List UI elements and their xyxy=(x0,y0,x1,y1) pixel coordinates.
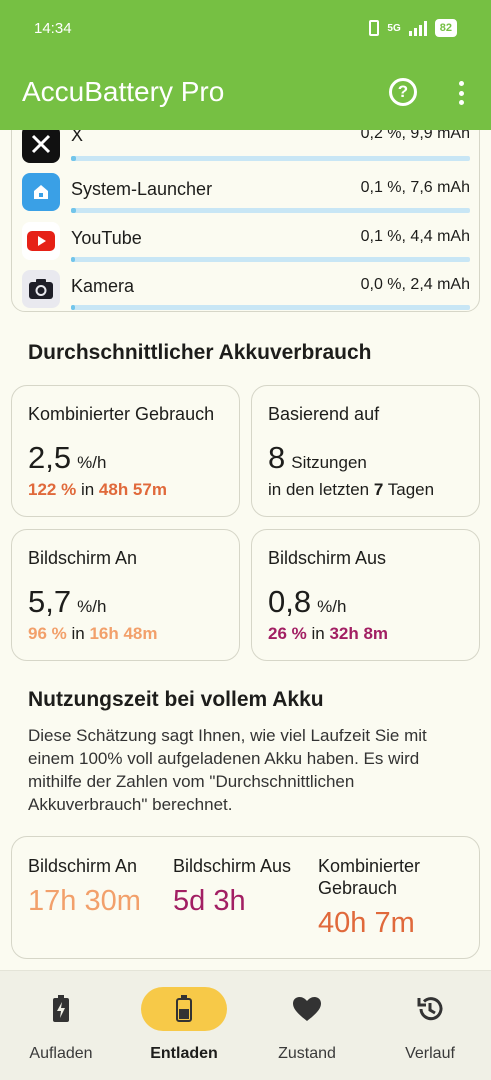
screen-off-summary: 26 % in 32h 8m xyxy=(268,624,389,643)
screen-on-card[interactable]: Bildschirm An 5,7 %/h 96 % in 16h 48m xyxy=(11,529,240,661)
vibrate-icon xyxy=(369,20,380,36)
app-name: System-Launcher xyxy=(71,179,213,199)
app-title-overlay: AccuBattery Pro xyxy=(22,76,225,107)
full-screen-off: Bildschirm Aus 5d 3h xyxy=(173,856,292,917)
screen-off-card[interactable]: Bildschirm Aus 0,8 %/h 26 % in 32h 8m xyxy=(251,529,480,661)
nav-entladen[interactable]: Entladen xyxy=(123,971,245,1080)
list-item[interactable]: Kamera 0,0 %, 2,4 mAh xyxy=(22,270,470,316)
help-icon[interactable]: ? xyxy=(389,78,417,106)
history-icon xyxy=(387,987,473,1031)
home-icon xyxy=(22,173,60,211)
usage-bar xyxy=(71,208,470,213)
sessions-card[interactable]: Basierend auf 8 Sitzungen in den letzten … xyxy=(251,385,480,517)
list-item[interactable]: X 0,2 %, 9,9 mAh xyxy=(22,125,470,171)
camera-icon xyxy=(22,270,60,308)
usage-bar xyxy=(71,257,470,262)
nav-zustand[interactable]: Zustand xyxy=(246,971,368,1080)
sessions-period: in den letzten 7 Tagen xyxy=(268,480,435,499)
usage-bar xyxy=(71,156,470,161)
app-name: Kamera xyxy=(71,276,135,296)
avg-usage-title: Durchschnittlicher Akkuverbrauch xyxy=(28,341,372,364)
card-label: Bildschirm An xyxy=(28,548,138,568)
combined-rate: 2,5 %/h xyxy=(28,440,107,475)
list-item[interactable]: YouTube 0,1 %, 4,4 mAh xyxy=(22,222,470,268)
nav-aufladen[interactable]: Aufladen xyxy=(0,971,122,1080)
screen-off-rate: 0,8 %/h xyxy=(268,584,347,619)
full-charge-title: Nutzungszeit bei vollem Akku xyxy=(28,688,324,711)
card-label: Bildschirm Aus xyxy=(268,548,387,568)
full-screen-on: Bildschirm An 17h 30m xyxy=(28,856,141,917)
status-icons-overlay: 5G 82 xyxy=(369,19,457,37)
heart-icon xyxy=(264,987,350,1031)
battery-charging-icon xyxy=(18,987,104,1031)
status-time-overlay: 14:34 xyxy=(34,20,72,37)
more-menu-icon[interactable] xyxy=(455,81,467,105)
battery-discharging-icon xyxy=(141,987,227,1031)
usage-bar xyxy=(71,305,470,310)
combined-summary: 122 % in 48h 57m xyxy=(28,480,167,499)
app-usage-value: 0,1 %, 7,6 mAh xyxy=(360,179,470,196)
screen-on-rate: 5,7 %/h xyxy=(28,584,107,619)
app-usage-value: 0,1 %, 4,4 mAh xyxy=(360,228,470,245)
card-label: Kombinierter Gebrauch xyxy=(28,404,215,424)
list-item[interactable]: System-Launcher 0,1 %, 7,6 mAh xyxy=(22,173,470,219)
full-charge-card[interactable]: Bildschirm An 17h 30m Bildschirm Aus 5d … xyxy=(11,836,480,959)
network-type: 5G xyxy=(387,22,401,34)
screen-on-summary: 96 % in 16h 48m xyxy=(28,624,158,643)
app-usage-list: X 0,2 %, 9,9 mAh System-Launcher 0,1 %, … xyxy=(11,100,480,312)
youtube-icon xyxy=(22,222,60,260)
sessions-count: 8 Sitzungen xyxy=(268,440,367,475)
app-usage-value: 0,0 %, 2,4 mAh xyxy=(360,276,470,293)
battery-indicator: 82 xyxy=(434,19,457,37)
bottom-navigation: Aufladen Entladen Zustand Verlauf xyxy=(0,970,491,1080)
app-name: YouTube xyxy=(71,228,142,248)
nav-verlauf[interactable]: Verlauf xyxy=(369,971,491,1080)
full-combined: Kombinierter Gebrauch 40h 7m xyxy=(318,856,421,939)
x-logo-icon xyxy=(22,125,60,163)
signal-icon xyxy=(408,20,427,36)
card-label: Basierend auf xyxy=(268,404,380,424)
full-charge-description: Diese Schätzung sagt Ihnen, wie viel Lau… xyxy=(28,726,427,814)
combined-usage-card[interactable]: Kombinierter Gebrauch 2,5 %/h 122 % in 48… xyxy=(11,385,240,517)
